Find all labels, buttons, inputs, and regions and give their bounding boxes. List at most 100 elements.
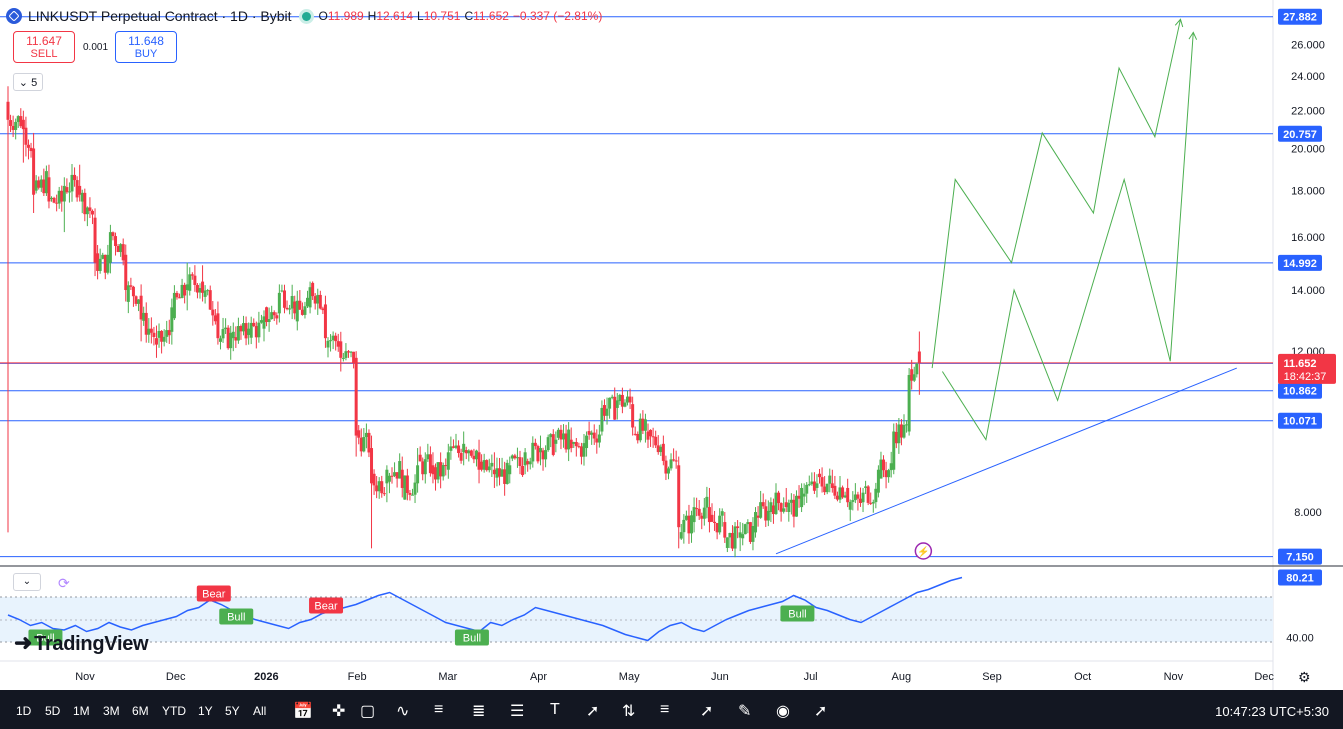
high-label: H xyxy=(367,9,377,23)
candle-body xyxy=(736,526,740,529)
pattern-icon[interactable]: ∿ xyxy=(396,701,409,721)
rsi-collapse-button[interactable]: ⌄ xyxy=(13,573,41,591)
gear-icon[interactable]: ⚙ xyxy=(1298,669,1314,685)
candle-body xyxy=(242,323,246,332)
candle-body xyxy=(577,446,581,448)
path-icon[interactable]: ➚ xyxy=(700,701,713,721)
range-button-1m[interactable]: 1M xyxy=(73,704,90,718)
candle-body xyxy=(19,116,23,127)
time-tick-label: Oct xyxy=(1074,671,1091,683)
candle-body xyxy=(682,519,686,533)
buy-button[interactable]: 11.648 BUY xyxy=(115,31,177,63)
candle-body xyxy=(613,396,617,420)
level-label: 20.757 xyxy=(1283,129,1317,141)
text-tool-icon[interactable]: T xyxy=(550,701,560,719)
price-chart[interactable]: 26.000 24.000 22.000 20.000 18.000 16.000 14.0… xyxy=(0,0,1343,690)
candle-body xyxy=(618,394,622,402)
candle-body xyxy=(825,483,829,493)
volume-profile-icon[interactable]: ≡ xyxy=(660,701,669,719)
candle-body xyxy=(797,495,801,499)
candle-body xyxy=(672,459,676,461)
clock[interactable]: 10:47:23 UTC+5:30 xyxy=(1215,704,1329,719)
candle-body xyxy=(14,121,18,130)
level-label: 7.150 xyxy=(1286,552,1314,564)
range-button-ytd[interactable]: YTD xyxy=(162,704,186,718)
range-button-1d[interactable]: 1D xyxy=(16,704,31,718)
rsi-signal-label: Bull xyxy=(227,612,245,624)
chainlink-logo-icon xyxy=(6,8,22,24)
cursor-icon[interactable]: ✜ xyxy=(332,701,345,721)
candle-body xyxy=(812,481,816,491)
candle-body xyxy=(899,424,903,438)
candle-body xyxy=(114,236,118,246)
candle-body xyxy=(564,433,568,450)
candle-body xyxy=(272,312,276,316)
candle-body xyxy=(523,452,527,466)
rsi-value-label: 80.21 xyxy=(1286,573,1314,585)
candle-body xyxy=(472,455,476,460)
rsi-signal-label: Bear xyxy=(314,601,338,613)
range-button-1y[interactable]: 1Y xyxy=(198,704,213,718)
candle-body xyxy=(528,461,532,465)
candle-body xyxy=(131,286,135,297)
candle-body xyxy=(357,430,361,438)
candle-body xyxy=(715,523,719,533)
candle-body xyxy=(738,532,742,538)
candle-body xyxy=(846,487,850,503)
long-position-icon[interactable]: ⇅ xyxy=(622,701,635,721)
candle-body xyxy=(119,244,123,253)
candle-body xyxy=(467,450,471,454)
sync-icon[interactable]: ⟳ xyxy=(58,575,70,592)
candle-body xyxy=(50,197,54,200)
candle-body xyxy=(830,483,834,488)
candle-body xyxy=(178,297,182,299)
candle-body xyxy=(874,488,878,503)
calendar-icon[interactable]: 📅 xyxy=(293,701,313,721)
fib-icon[interactable]: ≡ xyxy=(434,701,443,719)
range-button-5d[interactable]: 5D xyxy=(45,704,60,718)
candle-body xyxy=(434,467,438,480)
candle-body xyxy=(508,465,512,475)
sell-button[interactable]: 11.647 SELL xyxy=(13,31,75,63)
candle-body xyxy=(464,450,468,454)
candle-body xyxy=(321,308,325,311)
candle-body xyxy=(661,443,665,461)
range-button-6m[interactable]: 6M xyxy=(132,704,149,718)
candle-body xyxy=(549,434,553,438)
candle-body xyxy=(359,437,363,452)
candle-body xyxy=(597,434,601,443)
level-label: 10.862 xyxy=(1283,386,1317,398)
rectangle-icon[interactable]: ▢ xyxy=(360,701,375,721)
candle-body xyxy=(70,174,74,192)
candle-body xyxy=(439,462,443,477)
candle-body xyxy=(185,284,189,291)
candle-body xyxy=(344,351,348,358)
candle-body xyxy=(385,469,389,484)
brush-icon[interactable]: ✎ xyxy=(738,701,751,721)
indicators-toggle-button[interactable]: ⌄ 5 xyxy=(13,73,43,91)
measure-icon[interactable]: ◉ xyxy=(776,701,790,721)
parallel-channel-icon[interactable]: ☰ xyxy=(510,701,524,721)
candle-body xyxy=(641,418,645,431)
candle-body xyxy=(201,281,205,293)
fib-channel-icon[interactable]: ≣ xyxy=(472,701,485,721)
candle-body xyxy=(805,484,809,494)
candle-body xyxy=(562,433,566,440)
candle-body xyxy=(915,363,919,375)
trend-line-icon[interactable]: ➚ xyxy=(586,701,599,721)
candle-body xyxy=(590,432,594,435)
range-button-3m[interactable]: 3M xyxy=(103,704,120,718)
buy-label: BUY xyxy=(134,48,158,60)
candle-body xyxy=(121,244,125,261)
symbol-title[interactable]: LINKUSDT Perpetual Contract · 1D · Bybit xyxy=(28,8,292,24)
candle-body xyxy=(80,192,84,202)
candle-body xyxy=(592,432,596,439)
candle-body xyxy=(513,455,517,459)
range-button-5y[interactable]: 5Y xyxy=(225,704,240,718)
arrow-icon[interactable]: ➚ xyxy=(814,701,827,721)
candle-body xyxy=(37,180,41,188)
candle-body xyxy=(725,537,729,548)
candle-body xyxy=(500,469,504,477)
candle-body xyxy=(26,144,30,148)
range-button-all[interactable]: All xyxy=(253,704,266,718)
